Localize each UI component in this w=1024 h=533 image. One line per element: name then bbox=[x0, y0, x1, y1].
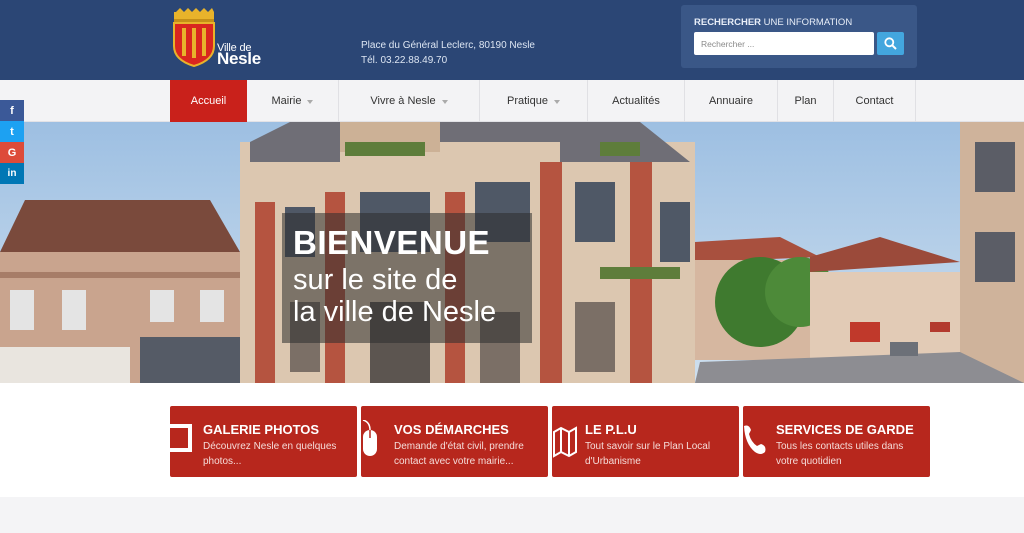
caret-down-icon bbox=[553, 99, 560, 104]
address-text: Place du Général Leclerc, 80190 Nesle bbox=[361, 40, 535, 51]
nav-label: Annuaire bbox=[708, 95, 754, 107]
welcome-line-2: la ville de Nesle bbox=[293, 296, 497, 328]
map-icon bbox=[553, 426, 577, 458]
nav-label: Plan bbox=[794, 95, 817, 107]
search-button[interactable] bbox=[877, 32, 904, 55]
search-title-rest: UNE INFORMATION bbox=[761, 17, 853, 28]
facebook-icon: f bbox=[10, 104, 14, 117]
twitter-icon: t bbox=[10, 125, 14, 138]
nav-label: Mairie bbox=[271, 95, 302, 107]
tile-vos-demarches[interactable]: VOS DÉMARCHES Demande d'état civil, pren… bbox=[361, 406, 548, 477]
main-nav: Accueil Mairie Vivre à Nesle Pratique Ac… bbox=[0, 80, 1024, 122]
twitter-share-button[interactable]: t bbox=[0, 121, 24, 142]
search-title: RECHERCHER UNE INFORMATION bbox=[694, 17, 852, 28]
nav-label: Actualités bbox=[612, 95, 660, 107]
welcome-line-1: sur le site de bbox=[293, 264, 458, 296]
page: Ville de Nesle Place du Général Leclerc,… bbox=[0, 0, 1024, 533]
nav-item-actualites[interactable]: Actualités bbox=[588, 80, 685, 122]
welcome-title: BIENVENUE bbox=[293, 224, 491, 261]
photo-frame-icon bbox=[170, 424, 192, 452]
nav-item-vivre-a-nesle[interactable]: Vivre à Nesle bbox=[339, 80, 480, 122]
tile-title: LE P.L.U bbox=[585, 422, 637, 437]
phone-text: Tél. 03.22.88.49.70 bbox=[361, 55, 448, 66]
tile-description: Demande d'état civil, prendre contact av… bbox=[394, 441, 524, 467]
nav-item-accueil[interactable]: Accueil bbox=[170, 80, 247, 122]
tile-description: Tous les contacts utiles dans votre quot… bbox=[776, 441, 904, 467]
nav-label: Pratique bbox=[507, 95, 548, 107]
search-title-bold: RECHERCHER bbox=[694, 17, 762, 28]
nav-label: Contact bbox=[855, 95, 894, 107]
nav-item-contact[interactable]: Contact bbox=[834, 80, 916, 122]
nav-item-mairie[interactable]: Mairie bbox=[247, 80, 339, 122]
phone-icon bbox=[744, 425, 766, 454]
tile-plu[interactable]: LE P.L.U Tout savoir sur le Plan Local d… bbox=[552, 406, 739, 477]
nav-item-plan[interactable]: Plan bbox=[778, 80, 834, 122]
contact-info: Place du Général Leclerc, 80190 Nesle Té… bbox=[361, 38, 535, 68]
nav-item-pratique[interactable]: Pratique bbox=[480, 80, 588, 122]
caret-down-icon bbox=[441, 99, 448, 104]
site-logo[interactable]: Ville de Nesle bbox=[170, 8, 261, 68]
google-plus-icon: G bbox=[7, 146, 17, 159]
search-icon bbox=[884, 37, 897, 50]
search-input[interactable] bbox=[694, 32, 874, 55]
nav-label: Accueil bbox=[190, 95, 227, 107]
google-plus-share-button[interactable]: G bbox=[0, 142, 24, 163]
facebook-share-button[interactable]: f bbox=[0, 100, 24, 121]
tile-description: Découvrez Nesle en quelques photos... bbox=[203, 441, 337, 467]
coat-of-arms-icon bbox=[173, 8, 215, 68]
site-header: Ville de Nesle Place du Général Leclerc,… bbox=[0, 0, 1024, 80]
logo-title: Nesle bbox=[217, 49, 261, 68]
tile-services-de-garde[interactable]: SERVICES DE GARDE Tous les contacts util… bbox=[743, 406, 930, 477]
tile-title: GALERIE PHOTOS bbox=[203, 422, 320, 437]
linkedin-icon: in bbox=[7, 168, 17, 179]
search-panel: RECHERCHER UNE INFORMATION bbox=[681, 5, 917, 68]
tile-title: VOS DÉMARCHES bbox=[394, 422, 509, 437]
tile-galerie-photos[interactable]: GALERIE PHOTOS Découvrez Nesle en quelqu… bbox=[170, 406, 357, 477]
tile-title: SERVICES DE GARDE bbox=[776, 422, 914, 437]
mouse-icon bbox=[362, 420, 377, 456]
caret-down-icon bbox=[307, 99, 314, 104]
tile-description: Tout savoir sur le Plan Local d'Urbanism… bbox=[585, 441, 711, 467]
linkedin-share-button[interactable]: in bbox=[0, 163, 24, 184]
nav-item-annuaire[interactable]: Annuaire bbox=[685, 80, 778, 122]
nav-label: Vivre à Nesle bbox=[370, 95, 436, 107]
